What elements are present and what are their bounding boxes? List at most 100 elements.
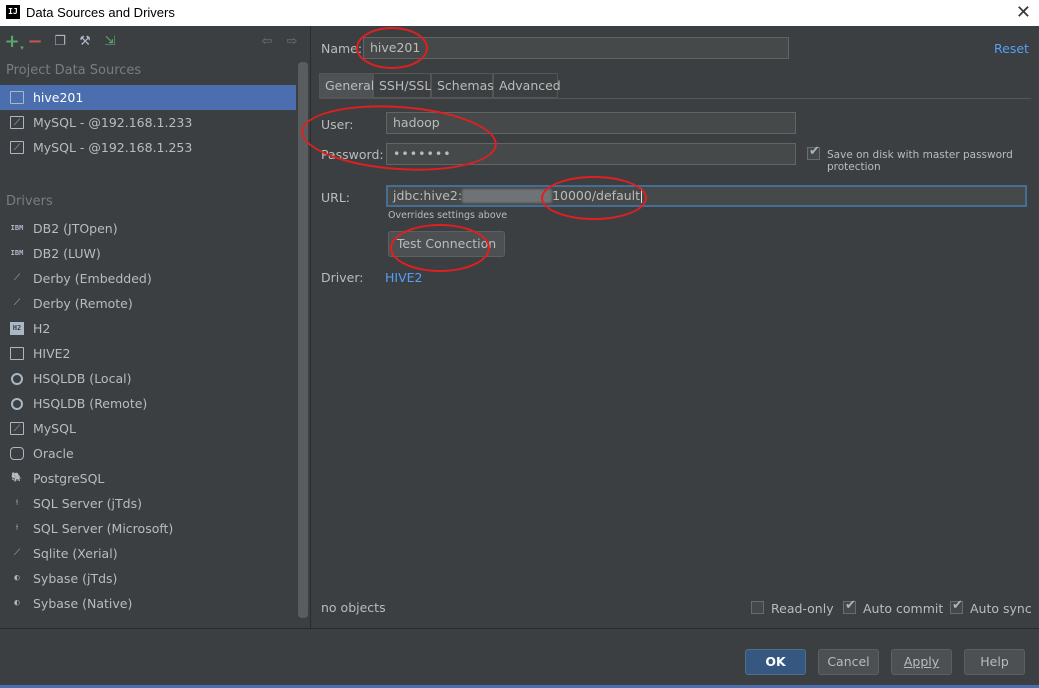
- window-title: Data Sources and Drivers: [26, 5, 175, 20]
- list-item[interactable]: 🐘 PostgreSQL: [0, 466, 296, 491]
- list-item-label: HIVE2: [33, 346, 71, 361]
- autocommit-checkbox[interactable]: ✔: [843, 598, 856, 614]
- list-item[interactable]: ⟋ MySQL - @192.168.1.253: [0, 135, 296, 160]
- list-item-label: Sybase (Native): [33, 596, 133, 611]
- ibm-icon: IBM: [10, 224, 24, 232]
- list-item-label: MySQL - @192.168.1.233: [33, 115, 193, 130]
- password-label: Password:: [321, 147, 384, 162]
- name-label: Name:: [321, 41, 363, 56]
- list-item[interactable]: H2 H2: [0, 316, 296, 341]
- sql-server-icon: ⟊: [15, 498, 19, 508]
- mysql-icon: ⟋: [10, 141, 24, 154]
- reset-link[interactable]: Reset: [994, 41, 1029, 56]
- postgresql-icon: 🐘: [11, 473, 23, 483]
- list-item-label: Derby (Remote): [33, 296, 133, 311]
- checkmark-icon: ✔: [809, 144, 820, 159]
- derby-icon: ⟋: [13, 298, 21, 308]
- list-item[interactable]: hive201: [0, 85, 296, 110]
- readonly-label: Read-only: [771, 601, 834, 616]
- title-bar: IJ Data Sources and Drivers ✕: [0, 0, 1039, 26]
- test-connection-button[interactable]: Test Connection: [388, 231, 505, 257]
- derby-icon: ⟋: [13, 273, 21, 283]
- autocommit-label: Auto commit: [863, 601, 944, 616]
- project-data-sources-title: Project Data Sources: [6, 63, 142, 78]
- readonly-checkbox[interactable]: [751, 601, 764, 614]
- driver-label: Driver:: [321, 270, 364, 285]
- url-label: URL:: [321, 190, 351, 205]
- remove-icon[interactable]: −: [27, 33, 43, 51]
- user-label: User:: [321, 117, 354, 132]
- intellij-icon: IJ: [6, 5, 20, 19]
- hive-icon: [10, 91, 24, 104]
- list-item-label: HSQLDB (Local): [33, 371, 132, 386]
- list-item[interactable]: ⟋ MySQL: [0, 416, 296, 441]
- list-item[interactable]: ⟋ Derby (Remote): [0, 291, 296, 316]
- sqlite-icon: ⟋: [13, 548, 21, 558]
- list-item-label: Sybase (jTds): [33, 571, 118, 586]
- list-item[interactable]: HIVE2: [0, 341, 296, 366]
- copy-icon[interactable]: ❐: [52, 34, 68, 50]
- list-item-label: MySQL - @192.168.1.253: [33, 140, 193, 155]
- list-item[interactable]: IBM DB2 (LUW): [0, 241, 296, 266]
- apply-button[interactable]: Apply: [891, 649, 952, 675]
- mysql-icon: ⟋: [10, 422, 24, 435]
- list-item[interactable]: ◐ Sybase (jTds): [0, 566, 296, 591]
- drivers-list: IBM DB2 (JTOpen) IBM DB2 (LUW) ⟋ Derby (Emb…: [0, 216, 296, 616]
- list-item[interactable]: ⟋ MySQL - @192.168.1.233: [0, 110, 296, 135]
- list-item[interactable]: ⟋ Derby (Embedded): [0, 266, 296, 291]
- hive-icon: [10, 347, 24, 360]
- list-item[interactable]: Oracle: [0, 441, 296, 466]
- list-item-label: SQL Server (Microsoft): [33, 521, 174, 536]
- back-icon[interactable]: ⇦: [259, 34, 275, 50]
- left-pane: + ▾ − ❐ ⚒ ⇲ ⇦ ⇨ Project Data Sources hiv…: [0, 26, 310, 628]
- h2-icon: H2: [10, 322, 24, 335]
- list-item[interactable]: ⟋ Sqlite (Xerial): [0, 541, 296, 566]
- sybase-icon: ◐: [14, 573, 20, 583]
- list-item[interactable]: HSQLDB (Local): [0, 366, 296, 391]
- url-field[interactable]: jdbc:hive2: 10000/default: [386, 185, 1027, 207]
- drivers-title: Drivers: [6, 194, 53, 209]
- list-item-label: DB2 (LUW): [33, 246, 101, 261]
- detail-pane: Name: hive201 Reset General SSH/SSL Sche…: [299, 26, 1039, 628]
- tab-advanced[interactable]: Advanced: [493, 73, 561, 98]
- list-item-label: MySQL: [33, 421, 76, 436]
- sql-server-icon: ⟊: [15, 523, 19, 533]
- list-item-label: Sqlite (Xerial): [33, 546, 118, 561]
- oracle-icon: [10, 447, 24, 460]
- checkmark-icon: ✔: [845, 598, 856, 613]
- sidebar-scrollbar[interactable]: [298, 62, 308, 618]
- list-item-label: hive201: [33, 90, 84, 105]
- settings-icon[interactable]: ⚒: [77, 34, 93, 50]
- list-item[interactable]: ⟊ SQL Server (jTds): [0, 491, 296, 516]
- tab-schemas[interactable]: Schemas: [431, 73, 494, 98]
- autosync-checkbox[interactable]: ✔: [950, 598, 963, 614]
- cancel-button[interactable]: Cancel: [818, 649, 879, 675]
- hsqldb-icon: [11, 398, 23, 410]
- objects-status: no objects: [321, 600, 386, 615]
- redacted-host: [462, 189, 553, 203]
- tab-general[interactable]: General: [319, 73, 374, 98]
- list-item-label: PostgreSQL: [33, 471, 105, 486]
- text-cursor: [641, 188, 643, 203]
- save-password-checkbox[interactable]: ✔: [807, 144, 820, 160]
- list-item[interactable]: IBM DB2 (JTOpen): [0, 216, 296, 241]
- ok-button[interactable]: OK: [745, 649, 806, 675]
- sidebar-toolbar: + ▾ − ❐ ⚒ ⇲ ⇦ ⇨: [0, 26, 310, 58]
- list-item-label: DB2 (JTOpen): [33, 221, 118, 236]
- import-icon[interactable]: ⇲: [102, 34, 118, 50]
- user-field[interactable]: hadoop: [386, 112, 796, 134]
- help-button[interactable]: Help: [964, 649, 1025, 675]
- name-field[interactable]: hive201: [363, 37, 789, 59]
- driver-link[interactable]: HIVE2: [385, 270, 423, 285]
- save-password-label: Save on disk with master password protec…: [827, 149, 1013, 173]
- url-prefix: jdbc:hive2:: [393, 188, 463, 203]
- list-item[interactable]: ◐ Sybase (Native): [0, 591, 296, 616]
- list-item[interactable]: HSQLDB (Remote): [0, 391, 296, 416]
- tab-ssh-ssl[interactable]: SSH/SSL: [373, 73, 431, 98]
- list-item[interactable]: ⟊ SQL Server (Microsoft): [0, 516, 296, 541]
- password-field[interactable]: •••••••: [386, 143, 796, 165]
- forward-icon[interactable]: ⇨: [284, 34, 300, 50]
- list-item-label: Derby (Embedded): [33, 271, 152, 286]
- general-panel: [319, 98, 1031, 598]
- close-icon[interactable]: ✕: [1016, 2, 1031, 23]
